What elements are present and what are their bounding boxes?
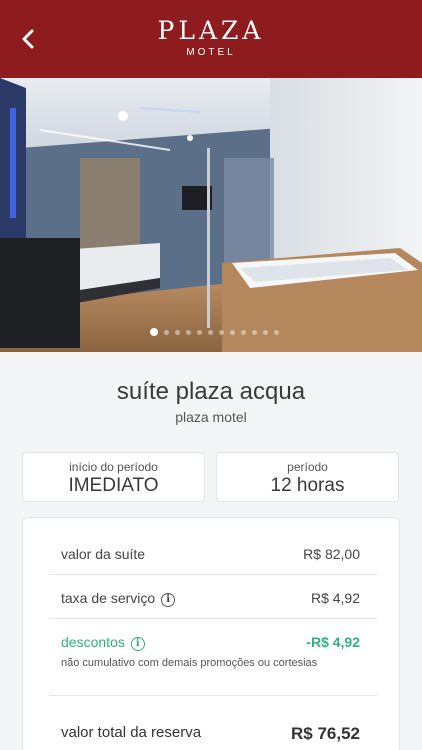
- period-box[interactable]: período 12 horas: [216, 452, 399, 502]
- brand-logo: PLAZA MOTEL: [0, 16, 422, 59]
- service-fee-row: taxa de serviço i: [61, 590, 176, 607]
- price-summary-card: valor da suíte R$ 82,00 taxa de serviço i…: [22, 517, 400, 750]
- carousel-dot[interactable]: [262, 329, 268, 335]
- carousel-dot[interactable]: [185, 329, 191, 335]
- suite-price-value: R$ 82,00: [303, 546, 360, 562]
- divider: [49, 695, 377, 696]
- info-icon[interactable]: i: [130, 637, 145, 651]
- discount-note: não cumulativo com demais promoções ou c…: [61, 657, 318, 669]
- motel-name: plaza motel: [175, 409, 247, 425]
- discount-label: descontos: [61, 634, 125, 650]
- suite-photo-carousel[interactable]: [0, 78, 422, 352]
- carousel-dot[interactable]: [251, 329, 257, 335]
- total-value: R$ 76,52: [291, 724, 360, 743]
- period-label: período: [287, 460, 328, 474]
- suite-photo: [0, 78, 422, 352]
- suite-name: suíte plaza acqua: [116, 378, 306, 405]
- info-icon[interactable]: i: [161, 593, 176, 607]
- carousel-indicators: [0, 328, 422, 336]
- divider: [49, 618, 377, 619]
- carousel-dot[interactable]: [207, 329, 213, 335]
- carousel-dot[interactable]: [149, 328, 158, 336]
- logo-sub-text: MOTEL: [186, 47, 236, 58]
- carousel-dot[interactable]: [196, 329, 202, 335]
- carousel-dot[interactable]: [163, 329, 169, 335]
- logo-main-text: PLAZA: [157, 16, 265, 45]
- start-period-value: IMEDIATO: [68, 475, 159, 496]
- carousel-dot[interactable]: [218, 329, 224, 335]
- carousel-dot[interactable]: [240, 329, 246, 335]
- start-period-label: início do período: [69, 460, 158, 474]
- start-period-box[interactable]: início do período IMEDIATO: [22, 452, 205, 502]
- period-value: 12 horas: [270, 475, 345, 496]
- suite-price-label: valor da suíte: [61, 546, 146, 562]
- discount-row: descontos i: [61, 634, 145, 651]
- divider: [49, 574, 377, 575]
- carousel-dot[interactable]: [273, 329, 279, 335]
- carousel-dot[interactable]: [229, 329, 235, 335]
- service-fee-value: R$ 4,92: [310, 590, 360, 606]
- discount-value: -R$ 4,92: [306, 634, 360, 650]
- carousel-dot[interactable]: [174, 329, 180, 335]
- app-header: PLAZA MOTEL: [0, 0, 422, 78]
- service-fee-label: taxa de serviço: [61, 590, 156, 606]
- total-label: valor total da reserva: [61, 724, 202, 741]
